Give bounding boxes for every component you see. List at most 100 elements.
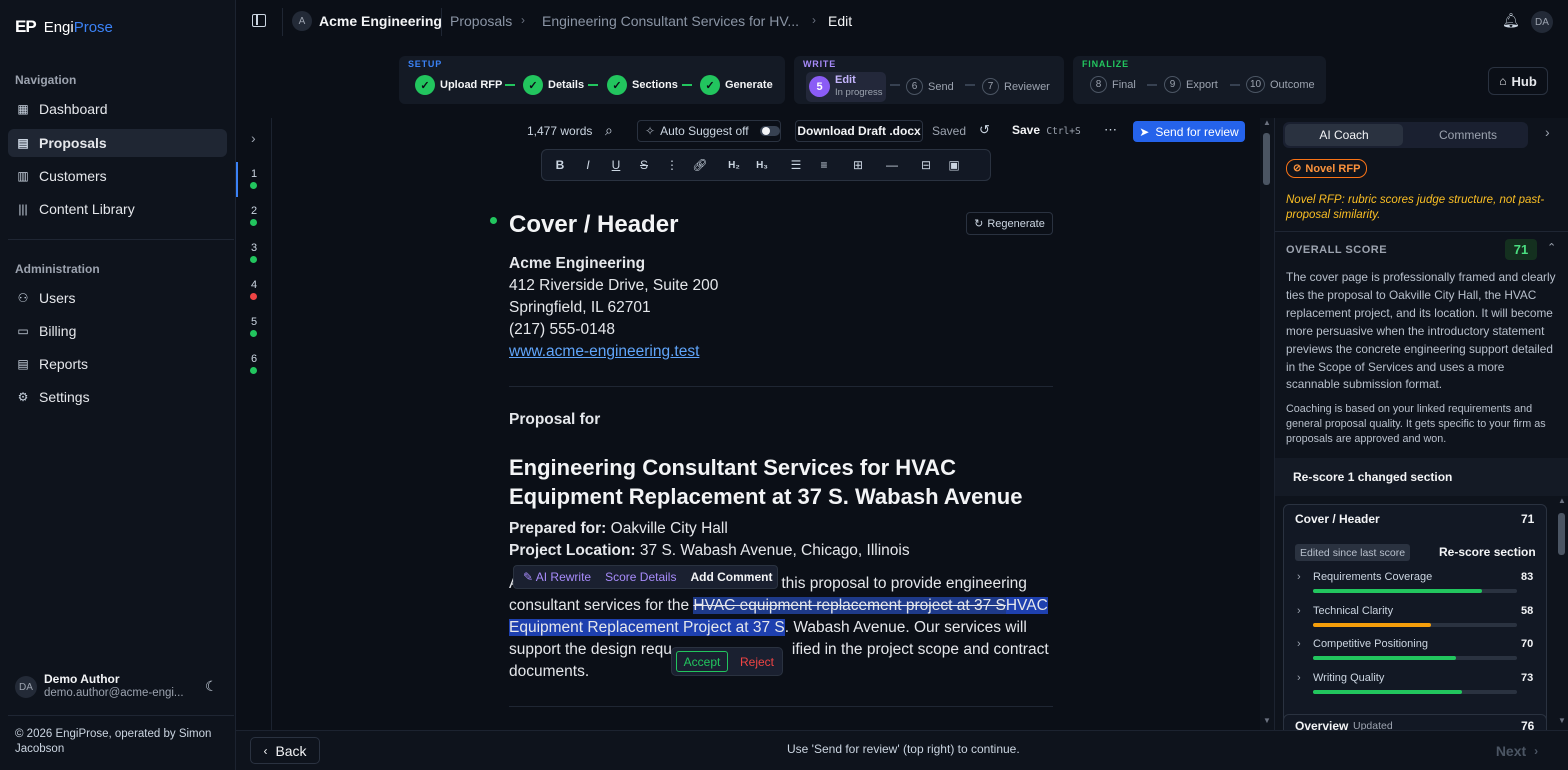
toggle-switch[interactable] xyxy=(759,126,780,136)
sidebar-item-users[interactable]: ⚇ Users xyxy=(8,284,227,312)
section-number[interactable]: 4 xyxy=(250,279,258,291)
section-number[interactable]: 2 xyxy=(250,205,258,217)
italic-icon[interactable]: I xyxy=(576,153,600,177)
section-number[interactable]: 1 xyxy=(250,168,258,180)
more-vertical-icon[interactable]: ⋮ xyxy=(660,153,684,177)
metric-label: Requirements Coverage xyxy=(1313,571,1433,583)
sidebar-item-dashboard[interactable]: ▦ Dashboard xyxy=(8,95,227,123)
bell-icon[interactable]: 🔔︎ xyxy=(1502,12,1520,29)
rescore-all-button[interactable]: Re-score 1 changed section xyxy=(1275,458,1568,496)
divider-icon[interactable]: — xyxy=(880,153,904,177)
rescore-section-button[interactable]: Re-score section xyxy=(1439,545,1536,559)
metric-row[interactable]: › Technical Clarity 58 xyxy=(1284,605,1546,635)
step-edit-current[interactable]: 5 Edit In progress xyxy=(806,72,886,102)
scroll-thumb[interactable] xyxy=(1263,133,1270,185)
scroll-thumb[interactable] xyxy=(1558,513,1565,555)
metric-value: 83 xyxy=(1521,571,1534,583)
step-sections[interactable]: ✓ Sections xyxy=(607,75,678,95)
editor-scrollbar[interactable]: ▲ ▼ xyxy=(1260,118,1274,730)
scroll-up-icon[interactable]: ▲ xyxy=(1263,118,1271,127)
sidebar-toggle-icon[interactable] xyxy=(252,14,266,27)
bold-icon[interactable]: B xyxy=(548,153,572,177)
section-number[interactable]: 6 xyxy=(250,353,258,365)
avatar[interactable]: DA xyxy=(1531,11,1553,33)
step-send[interactable]: 6 Send xyxy=(906,78,954,95)
back-button[interactable]: ‹ Back xyxy=(250,737,320,764)
brand-logo[interactable]: EP EngiProse xyxy=(15,17,113,37)
step-outcome[interactable]: 10 Outcome xyxy=(1246,76,1315,93)
panel-scrollbar[interactable]: ▲ ▼ xyxy=(1555,496,1568,730)
rescore-all-label: Re-score 1 changed section xyxy=(1293,470,1453,484)
underline-icon[interactable]: U xyxy=(604,153,628,177)
overview-title: Overview xyxy=(1295,719,1349,730)
regenerate-button[interactable]: ↻ Regenerate xyxy=(966,212,1053,235)
score-details-button[interactable]: Score Details xyxy=(605,570,676,584)
step-details[interactable]: ✓ Details xyxy=(523,75,584,95)
link-icon[interactable]: 🔗︎ xyxy=(688,153,712,177)
step-reviewer[interactable]: 7 Reviewer xyxy=(982,78,1050,95)
page-break-icon[interactable]: ⊟ xyxy=(914,153,938,177)
sidebar-item-billing[interactable]: ▭ Billing xyxy=(8,317,227,345)
next-button[interactable]: Next › xyxy=(1482,737,1552,764)
bullet-list-icon[interactable]: ☰ xyxy=(784,153,808,177)
sidebar-item-settings[interactable]: ⚙ Settings xyxy=(8,383,227,411)
website-link[interactable]: www.acme-engineering.test xyxy=(509,343,699,361)
scroll-up-icon[interactable]: ▲ xyxy=(1558,496,1566,505)
reject-button[interactable]: Reject xyxy=(736,651,778,672)
table-icon[interactable]: ⊞ xyxy=(846,153,870,177)
scroll-down-icon[interactable]: ▼ xyxy=(1558,716,1566,725)
strikethrough-icon[interactable]: S xyxy=(632,153,656,177)
setup-label: SETUP xyxy=(408,59,443,69)
ai-rewrite-button[interactable]: ✎ AI Rewrite xyxy=(523,570,591,584)
tracked-deletion[interactable]: HVAC equipment replacement project at 37… xyxy=(693,597,1006,614)
sidebar-item-proposals[interactable]: ▤ Proposals xyxy=(8,129,227,157)
more-icon[interactable]: ⋯ xyxy=(1104,122,1117,138)
heading3-icon[interactable]: H₃ xyxy=(750,153,774,177)
sidebar-item-label: Users xyxy=(39,290,76,306)
send-for-review-button[interactable]: ➤ Send for review xyxy=(1133,121,1245,142)
history-icon[interactable]: ↺ xyxy=(979,122,990,138)
org-name[interactable]: Acme Engineering xyxy=(319,13,442,29)
auto-suggest-toggle[interactable]: ✧ Auto Suggest off xyxy=(637,120,781,142)
step-upload-rfp[interactable]: ✓ Upload RFP xyxy=(415,75,502,95)
sidebar-item-reports[interactable]: ▤ Reports xyxy=(8,350,227,378)
section-number[interactable]: 5 xyxy=(250,316,258,328)
sidebar-item-customers[interactable]: ▥ Customers xyxy=(8,162,227,190)
overview-card[interactable]: Overview Updated 76 xyxy=(1283,714,1547,730)
check-icon: ✓ xyxy=(523,75,543,95)
numbered-list-icon[interactable]: ≡ xyxy=(812,153,836,177)
download-draft-button[interactable]: Download Draft .docx xyxy=(795,120,923,142)
metric-row[interactable]: › Writing Quality 73 xyxy=(1284,672,1546,702)
expand-chevron-icon[interactable]: › xyxy=(251,130,256,146)
image-icon[interactable]: ▣ xyxy=(942,153,966,177)
metric-row[interactable]: › Requirements Coverage 83 xyxy=(1284,571,1546,601)
theme-toggle-icon[interactable]: ☾ xyxy=(205,678,218,695)
step-generate[interactable]: ✓ Generate xyxy=(700,75,773,95)
accept-button[interactable]: Accept xyxy=(676,651,728,672)
tab-comments[interactable]: Comments xyxy=(1409,124,1527,146)
add-comment-button[interactable]: Add Comment xyxy=(690,570,772,584)
collapse-chevron-icon[interactable]: › xyxy=(1545,124,1550,140)
sparkle-icon: ✧ xyxy=(645,124,656,138)
sidebar-item-content-library[interactable]: ||| Content Library xyxy=(8,195,227,223)
heading2-icon[interactable]: H₂ xyxy=(722,153,746,177)
tracked-insertion[interactable]: HVAC xyxy=(1005,597,1048,614)
hub-button[interactable]: ⌂ Hub xyxy=(1488,67,1548,95)
metric-row[interactable]: › Competitive Positioning 70 xyxy=(1284,638,1546,668)
tab-ai-coach[interactable]: AI Coach xyxy=(1285,124,1403,146)
section-number[interactable]: 3 xyxy=(250,242,258,254)
chevron-up-icon[interactable]: ⌃ xyxy=(1547,241,1556,254)
building-icon: ▥ xyxy=(17,169,29,183)
breadcrumb-proposal[interactable]: Engineering Consultant Services for HV..… xyxy=(542,13,799,29)
tracked-insertion[interactable]: Equipment Replacement Project at 37 S xyxy=(509,619,785,636)
save-button[interactable]: Save Ctrl+S xyxy=(1012,123,1081,137)
step-connector xyxy=(1147,84,1157,86)
step-export[interactable]: 9 Export xyxy=(1164,76,1218,93)
breadcrumb-proposals[interactable]: Proposals xyxy=(450,13,512,29)
continue-hint: Use 'Send for review' (top right) to con… xyxy=(787,742,1020,756)
step-final[interactable]: 8 Final xyxy=(1090,76,1136,93)
scroll-down-icon[interactable]: ▼ xyxy=(1263,716,1271,725)
search-icon[interactable]: ⌕ xyxy=(605,122,613,139)
user-menu[interactable]: DA Demo Author demo.author@acme-engi... … xyxy=(15,670,225,704)
save-shortcut: Ctrl+S xyxy=(1046,126,1081,137)
